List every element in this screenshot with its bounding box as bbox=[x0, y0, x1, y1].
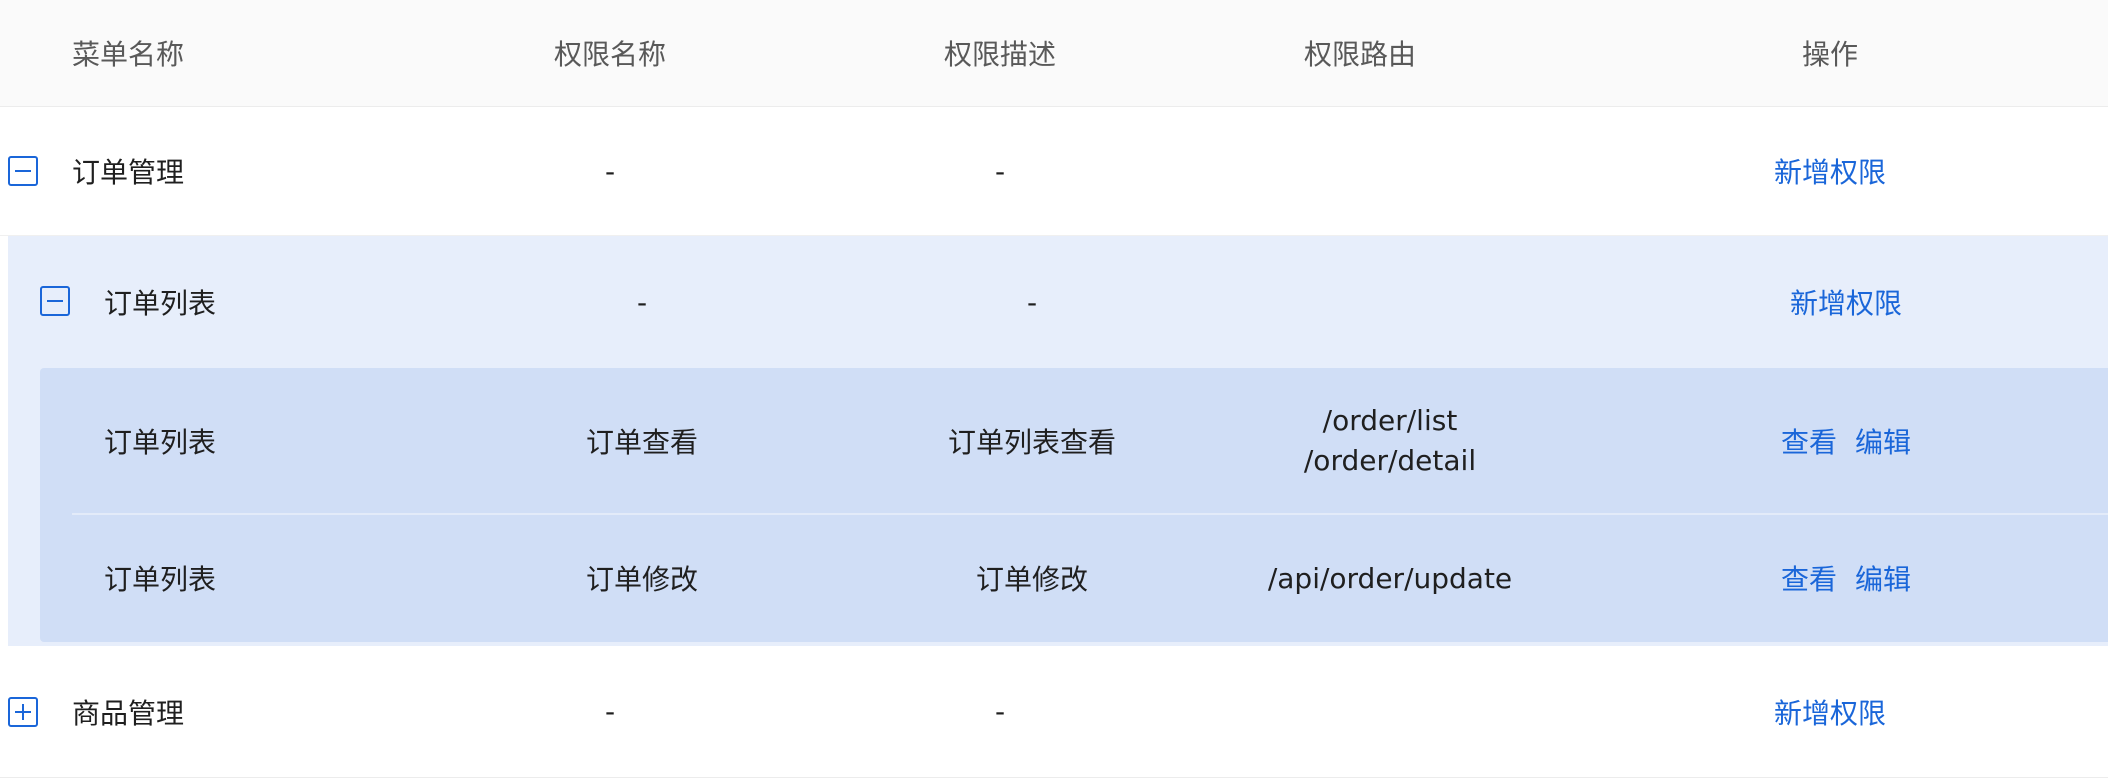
permission-table: 菜单名称 权限名称 权限描述 权限路由 操作 订单管理 - - 新增权限 订单列… bbox=[0, 0, 2108, 778]
table-row-product-management: 商品管理 - - 新增权限 bbox=[0, 646, 2108, 778]
permission-desc-cell: - bbox=[994, 695, 1006, 728]
table-row-order-list: 订单列表 - - 新增权限 bbox=[0, 236, 2108, 368]
menu-name-cell: 订单管理 bbox=[72, 156, 185, 189]
add-permission-button[interactable]: 新增权限 bbox=[1774, 692, 1886, 732]
header-permission-route: 权限路由 bbox=[1303, 38, 1416, 71]
permission-route-cell: /order/list /order/detail bbox=[1240, 368, 1540, 514]
collapse-order-management-toggle[interactable] bbox=[8, 156, 38, 186]
header-actions: 操作 bbox=[1801, 38, 1858, 71]
permission-name-cell: - bbox=[636, 285, 648, 319]
permission-name-cell: 订单查看 bbox=[585, 426, 698, 459]
edit-button[interactable]: 编辑 bbox=[1855, 558, 1911, 598]
collapse-order-list-toggle[interactable] bbox=[40, 286, 70, 316]
permission-desc-cell: - bbox=[994, 154, 1006, 188]
expand-product-management-toggle[interactable] bbox=[8, 697, 38, 727]
actions-cell: 新增权限 bbox=[1696, 236, 1996, 368]
header-permission-name: 权限名称 bbox=[553, 38, 666, 71]
menu-name-cell: 订单列表 bbox=[104, 287, 217, 320]
actions-cell: 查看 编辑 bbox=[1696, 514, 1996, 642]
table-row-order-management: 订单管理 - - 新增权限 bbox=[0, 107, 2108, 236]
minus-square-icon bbox=[15, 170, 31, 172]
actions-cell: 查看 编辑 bbox=[1696, 368, 1996, 514]
menu-name-cell: 商品管理 bbox=[72, 696, 185, 730]
permission-name-cell: - bbox=[604, 154, 616, 188]
actions-cell: 新增权限 bbox=[1680, 646, 1980, 777]
edit-button[interactable]: 编辑 bbox=[1855, 421, 1911, 461]
permission-desc-cell: - bbox=[1026, 285, 1038, 319]
header-permission-desc: 权限描述 bbox=[943, 38, 1056, 71]
table-row-permission-update: 订单列表 订单修改 订单修改 /api/order/update 查看 编辑 bbox=[0, 514, 2108, 642]
permission-name-cell: 订单修改 bbox=[585, 563, 698, 596]
permission-route-cell: /api/order/update bbox=[1267, 561, 1513, 595]
add-permission-button[interactable]: 新增权限 bbox=[1774, 151, 1886, 191]
permission-desc-cell: 订单列表查看 bbox=[947, 426, 1116, 459]
table-header: 菜单名称 权限名称 权限描述 权限路由 操作 bbox=[0, 0, 2108, 107]
view-button[interactable]: 查看 bbox=[1781, 558, 1837, 598]
permission-name-cell: - bbox=[604, 695, 616, 728]
menu-name-cell: 订单列表 bbox=[104, 563, 217, 596]
route-text: /order/list bbox=[1322, 404, 1458, 437]
plus-square-icon-vertical bbox=[22, 704, 24, 720]
permission-desc-cell: 订单修改 bbox=[975, 563, 1088, 596]
add-permission-button[interactable]: 新增权限 bbox=[1790, 282, 1902, 322]
table-row-permission-view: 订单列表 订单查看 订单列表查看 /order/list /order/deta… bbox=[0, 368, 2108, 514]
view-button[interactable]: 查看 bbox=[1781, 421, 1837, 461]
minus-square-icon bbox=[47, 300, 63, 302]
actions-cell: 新增权限 bbox=[1680, 107, 1980, 235]
route-text: /order/detail bbox=[1303, 444, 1477, 477]
header-menu-name: 菜单名称 bbox=[72, 38, 185, 71]
menu-name-cell: 订单列表 bbox=[104, 426, 217, 459]
